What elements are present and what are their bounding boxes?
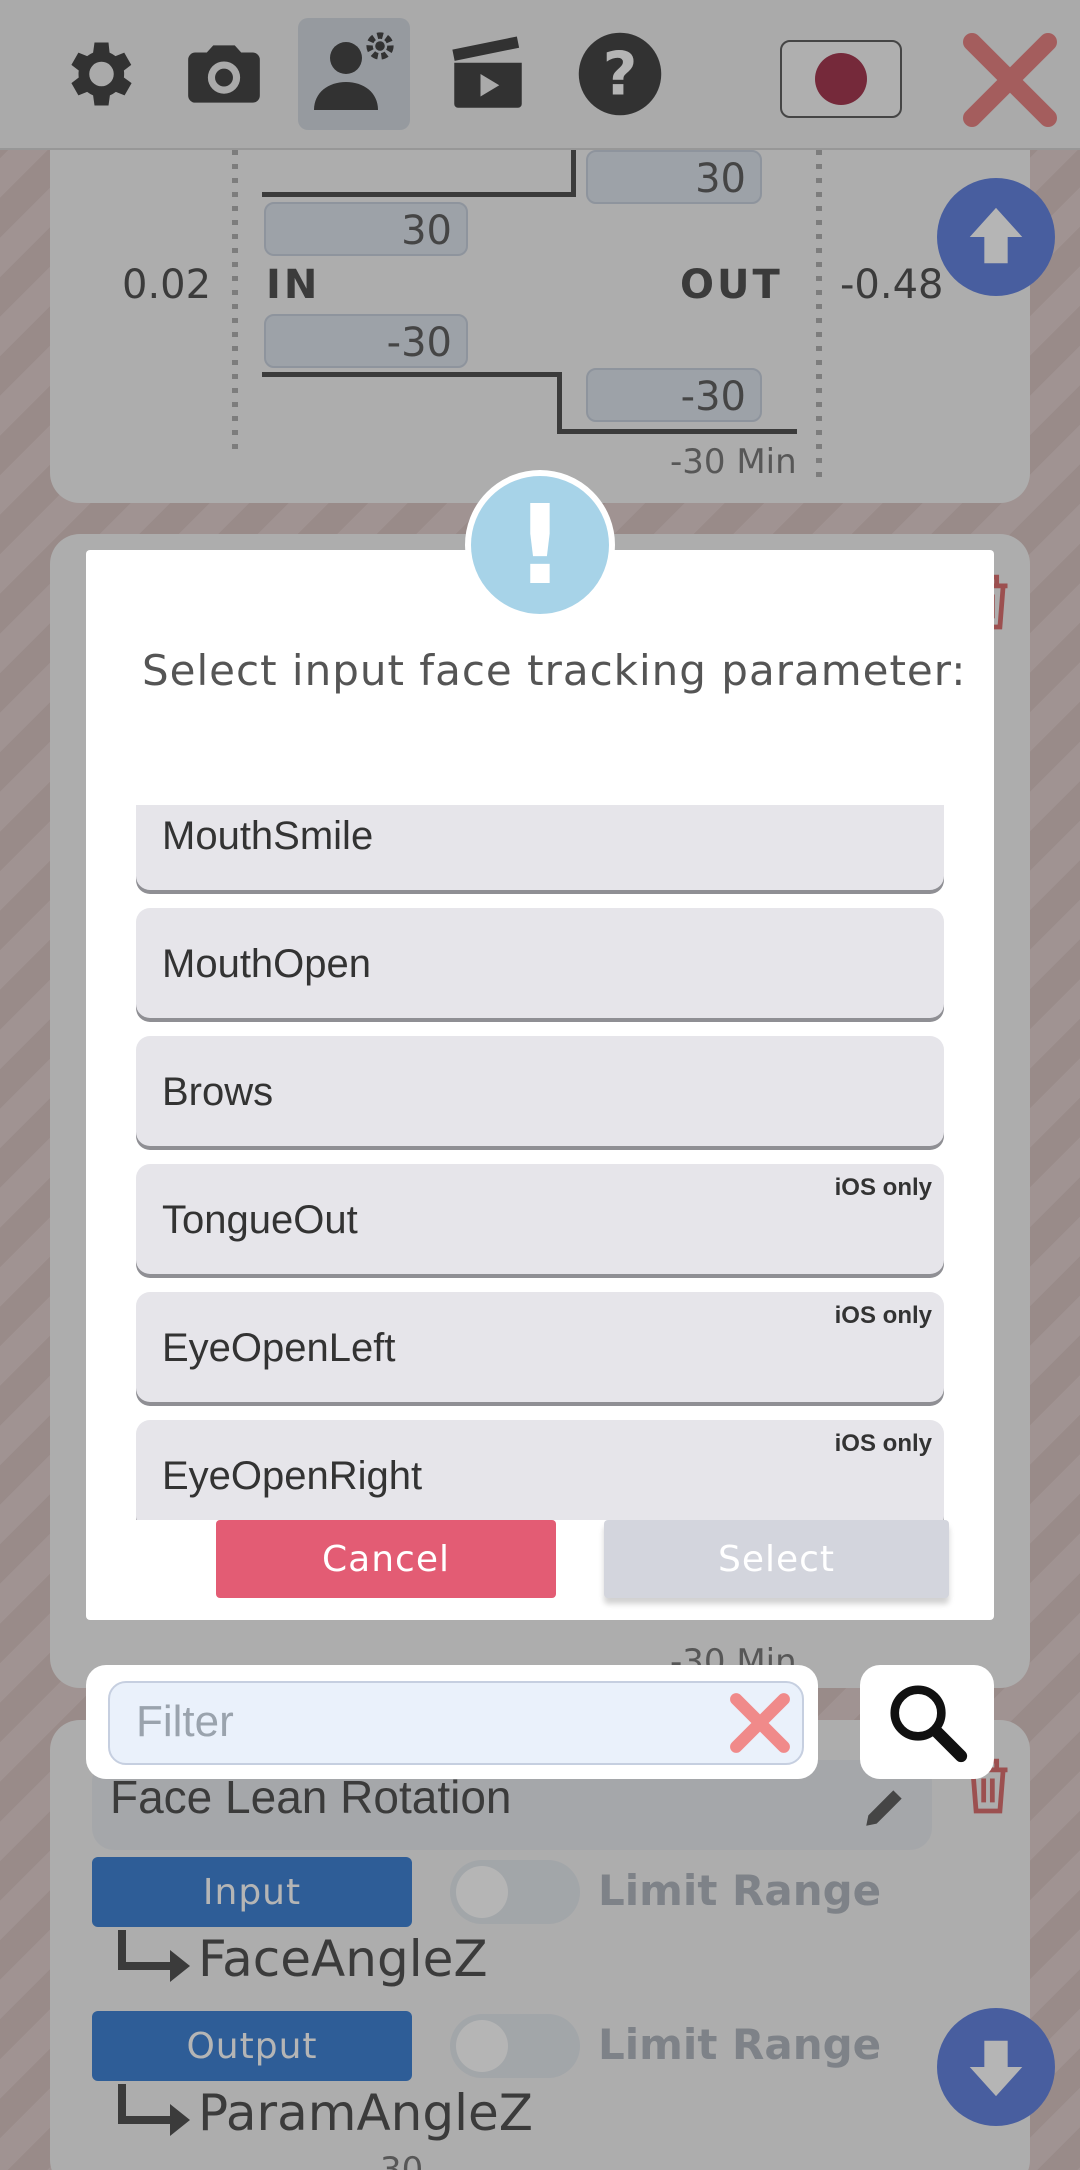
alert-icon: ! xyxy=(465,470,615,620)
list-item[interactable]: Brows xyxy=(136,1036,944,1146)
parameter-list[interactable]: MouthSmile MouthOpen Brows TongueOut iOS… xyxy=(136,805,948,1520)
list-item-label: MouthSmile xyxy=(162,814,374,858)
list-item[interactable]: MouthSmile xyxy=(136,805,944,890)
filter-bar: Filter xyxy=(86,1665,818,1779)
list-item[interactable]: MouthOpen xyxy=(136,908,944,1018)
list-item[interactable]: EyeOpenRight iOS only xyxy=(136,1420,944,1520)
list-item-label: EyeOpenLeft xyxy=(162,1326,396,1370)
parameter-select-dialog: Select input face tracking parameter: Mo… xyxy=(86,550,994,1620)
clear-icon[interactable] xyxy=(726,1689,794,1757)
search-icon xyxy=(890,1685,968,1763)
select-button[interactable]: Select xyxy=(604,1520,949,1598)
list-item[interactable]: TongueOut iOS only xyxy=(136,1164,944,1274)
ios-only-badge: iOS only xyxy=(834,1174,932,1201)
list-item-label: EyeOpenRight xyxy=(162,1454,423,1498)
filter-input[interactable]: Filter xyxy=(108,1681,804,1765)
dialog-title: Select input face tracking parameter: xyxy=(142,646,967,695)
cancel-button[interactable]: Cancel xyxy=(216,1520,556,1598)
search-button[interactable] xyxy=(860,1665,994,1779)
list-item[interactable]: EyeOpenLeft iOS only xyxy=(136,1292,944,1402)
ios-only-badge: iOS only xyxy=(834,1430,932,1457)
ios-only-badge: iOS only xyxy=(834,1302,932,1329)
list-item-label: MouthOpen xyxy=(162,942,372,986)
list-item-label: Brows xyxy=(162,1070,274,1114)
list-item-label: TongueOut xyxy=(162,1198,358,1242)
